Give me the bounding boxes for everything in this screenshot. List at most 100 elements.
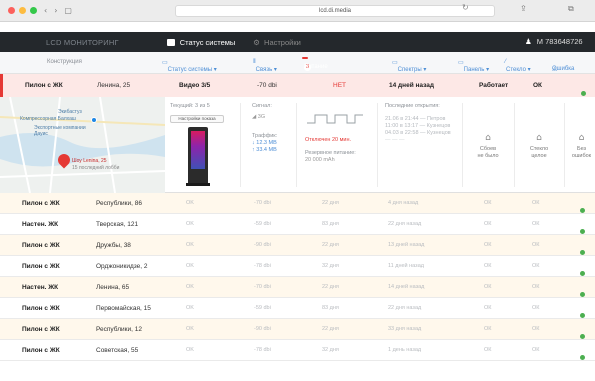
tab-label: Статус системы bbox=[179, 37, 236, 47]
row-opened: 13 дней назад bbox=[388, 242, 425, 248]
tabs-icon[interactable]: ⧉ bbox=[568, 4, 574, 14]
row-screen: OK bbox=[186, 263, 194, 269]
row-failures: ОК bbox=[484, 326, 492, 332]
filter-glass[interactable]: ⁄ Стекло ▾ bbox=[505, 59, 531, 73]
traffic-up: ↑ 33.4 MB bbox=[252, 147, 277, 153]
glass-line2: целое bbox=[531, 153, 547, 159]
row-address: Ленина, 25 bbox=[97, 82, 131, 89]
row-glass: ОК bbox=[532, 326, 540, 332]
row-address: Тверская, 121 bbox=[96, 221, 139, 228]
row-type: Пилон с ЖК bbox=[22, 305, 60, 312]
glass-icon: ⌂ bbox=[536, 133, 542, 143]
errors-icon: ⌂ bbox=[578, 133, 585, 143]
row-video: Видео 3/5 bbox=[179, 82, 211, 89]
filter-panel-label: Панель ▾ bbox=[463, 67, 490, 73]
failures-column: ⌂ Сбоев не было bbox=[468, 134, 508, 160]
row-glass: ОК bbox=[532, 263, 540, 269]
row-glass: ОК bbox=[532, 221, 540, 227]
sidebar-toggle-icon[interactable]: ▢ bbox=[64, 6, 72, 15]
row-signal: -78 dbi bbox=[254, 263, 271, 269]
row-opened: 33 дня назад bbox=[388, 326, 422, 332]
table-row-alert[interactable]: Пилон с ЖК Ленина, 25 Видео 3/5 -70 dbi … bbox=[0, 74, 595, 97]
row-glass: ОК bbox=[532, 200, 540, 206]
table-row[interactable]: Настен. ЖК Тверская, 121 OK -59 dbi 83 д… bbox=[0, 214, 595, 235]
close-window-button[interactable] bbox=[8, 7, 15, 14]
filter-glass-label: Стекло ▾ bbox=[506, 67, 531, 73]
row-uptime: 22 дня bbox=[322, 242, 339, 248]
table-row[interactable]: Пилон с ЖК Дружбы, 38 OK -90 dbi 22 дня … bbox=[0, 235, 595, 256]
display-settings-button[interactable]: Настройки показа bbox=[170, 115, 224, 123]
map-background bbox=[0, 97, 165, 193]
app-brand: LCD МОНИТОРИНГ bbox=[46, 37, 119, 47]
table-row[interactable]: Пилон с ЖК Республики, 12 OK -90 dbi 22 … bbox=[0, 319, 595, 340]
monitor-icon bbox=[166, 38, 175, 46]
row-type: Пилон с ЖК bbox=[22, 242, 60, 249]
forward-button[interactable]: › bbox=[54, 6, 57, 15]
reload-icon[interactable]: ↻ bbox=[462, 3, 469, 12]
map-label-address: Шоу Lenina, 25 bbox=[72, 158, 107, 164]
power-column: Отключен 20 мин. Резервное питание: 20 0… bbox=[305, 137, 356, 164]
row-signal: -90 dbi bbox=[254, 242, 271, 248]
current-slide-label: Текущий: 3 из 5 bbox=[170, 103, 210, 109]
app-header: LCD МОНИТОРИНГ Статус системы ⚙ Настройк… bbox=[0, 32, 595, 52]
filter-status[interactable]: ▭ Статус системы ▾ bbox=[162, 59, 217, 73]
row-signal: -78 dbi bbox=[254, 347, 271, 353]
table-row[interactable]: Пилон с ЖК Советская, 55 OK -78 dbi 32 д… bbox=[0, 340, 595, 361]
tab-settings[interactable]: ⚙ Настройки bbox=[253, 38, 301, 47]
row-type: Пилон с ЖК bbox=[22, 347, 60, 354]
row-uptime: 32 дня bbox=[322, 263, 339, 269]
failures-line1: Сбоев bbox=[479, 146, 497, 152]
network-column: Сигнал: ◢ 3G Траффик: ↓ 12.3 MB ↑ 33.4 M… bbox=[252, 103, 277, 154]
filter-construction[interactable]: Конструкция bbox=[47, 59, 82, 65]
row-opened: 14 дней назад bbox=[388, 284, 425, 290]
traffic-down: ↓ 12.3 MB bbox=[252, 140, 277, 146]
row-signal: -70 dbi bbox=[254, 200, 271, 206]
back-button[interactable]: ‹ bbox=[44, 6, 47, 15]
tab-system-status[interactable]: Статус системы bbox=[166, 37, 236, 47]
user-account[interactable]: ♟ М 783648726 bbox=[525, 32, 583, 52]
zoom-window-button[interactable] bbox=[30, 7, 37, 14]
share-icon[interactable]: ⇪ bbox=[520, 4, 527, 13]
detail-panel: Экибастуз Компрессорная Балхаш Экспортны… bbox=[0, 97, 595, 193]
minimize-window-button[interactable] bbox=[19, 7, 26, 14]
filter-link[interactable]: ⦀ Связь ▾ bbox=[253, 59, 277, 73]
row-type: Пилон с ЖК bbox=[22, 326, 60, 333]
failures-line2: не было bbox=[477, 153, 499, 159]
display-column: Текущий: 3 из 5 bbox=[170, 103, 210, 110]
user-icon: ♟ bbox=[525, 37, 532, 46]
divider bbox=[240, 103, 241, 187]
filter-panel[interactable]: ▭ Панель ▾ bbox=[458, 59, 489, 73]
row-failures: ОК bbox=[484, 200, 492, 206]
filter-screen[interactable]: ▭ Спектры ▾ bbox=[392, 59, 426, 73]
table-row[interactable]: Пилон с ЖК Республики, 86 OK -70 dbi 22 … bbox=[0, 193, 595, 214]
filter-power-chip[interactable]: 3 Питание bbox=[302, 57, 328, 71]
row-type: Настен. ЖК bbox=[22, 221, 59, 228]
filter-power-label: Питание bbox=[304, 64, 328, 70]
kiosk-preview-icon bbox=[186, 127, 210, 186]
address-bar[interactable]: lcd.di.media bbox=[175, 5, 495, 17]
row-glass: ОК bbox=[532, 347, 540, 353]
row-glass: ОК bbox=[533, 82, 543, 89]
access-log-entry: 04.03 в 22:58 — Кузнецов bbox=[385, 130, 451, 136]
row-type: Настен. ЖК bbox=[22, 284, 59, 291]
glass-line1: Стекло bbox=[529, 146, 549, 152]
table-row[interactable]: Пилон с ЖК Первомайская, 15 OK -59 dbi 8… bbox=[0, 298, 595, 319]
table-row[interactable]: Настен. ЖК Ленина, 65 OK -70 dbi 22 дня … bbox=[0, 277, 595, 298]
map-label: Экспортные компании Дауис bbox=[34, 125, 86, 137]
row-signal: -90 dbi bbox=[254, 326, 271, 332]
row-address: Первомайская, 15 bbox=[96, 305, 151, 312]
row-glass: ОК bbox=[532, 284, 540, 290]
row-uptime: 22 дня bbox=[322, 200, 339, 206]
row-opened: 22 дня назад bbox=[388, 221, 422, 227]
user-id: М 783648726 bbox=[536, 37, 583, 46]
row-address: Орджоникидзе, 2 bbox=[96, 263, 148, 270]
row-opened: 4 дня назад bbox=[388, 200, 419, 206]
row-failures: ОК bbox=[484, 242, 492, 248]
map-label-sub: 15 последний лобби bbox=[72, 165, 120, 171]
location-map[interactable]: Экибастуз Компрессорная Балхаш Экспортны… bbox=[0, 97, 165, 193]
access-log-entry: — — — bbox=[385, 137, 405, 143]
map-label: Экибастуз bbox=[58, 109, 82, 115]
divider bbox=[296, 103, 297, 187]
table-row[interactable]: Пилон с ЖК Орджоникидзе, 2 OK -78 dbi 32… bbox=[0, 256, 595, 277]
row-failures: ОК bbox=[484, 263, 492, 269]
